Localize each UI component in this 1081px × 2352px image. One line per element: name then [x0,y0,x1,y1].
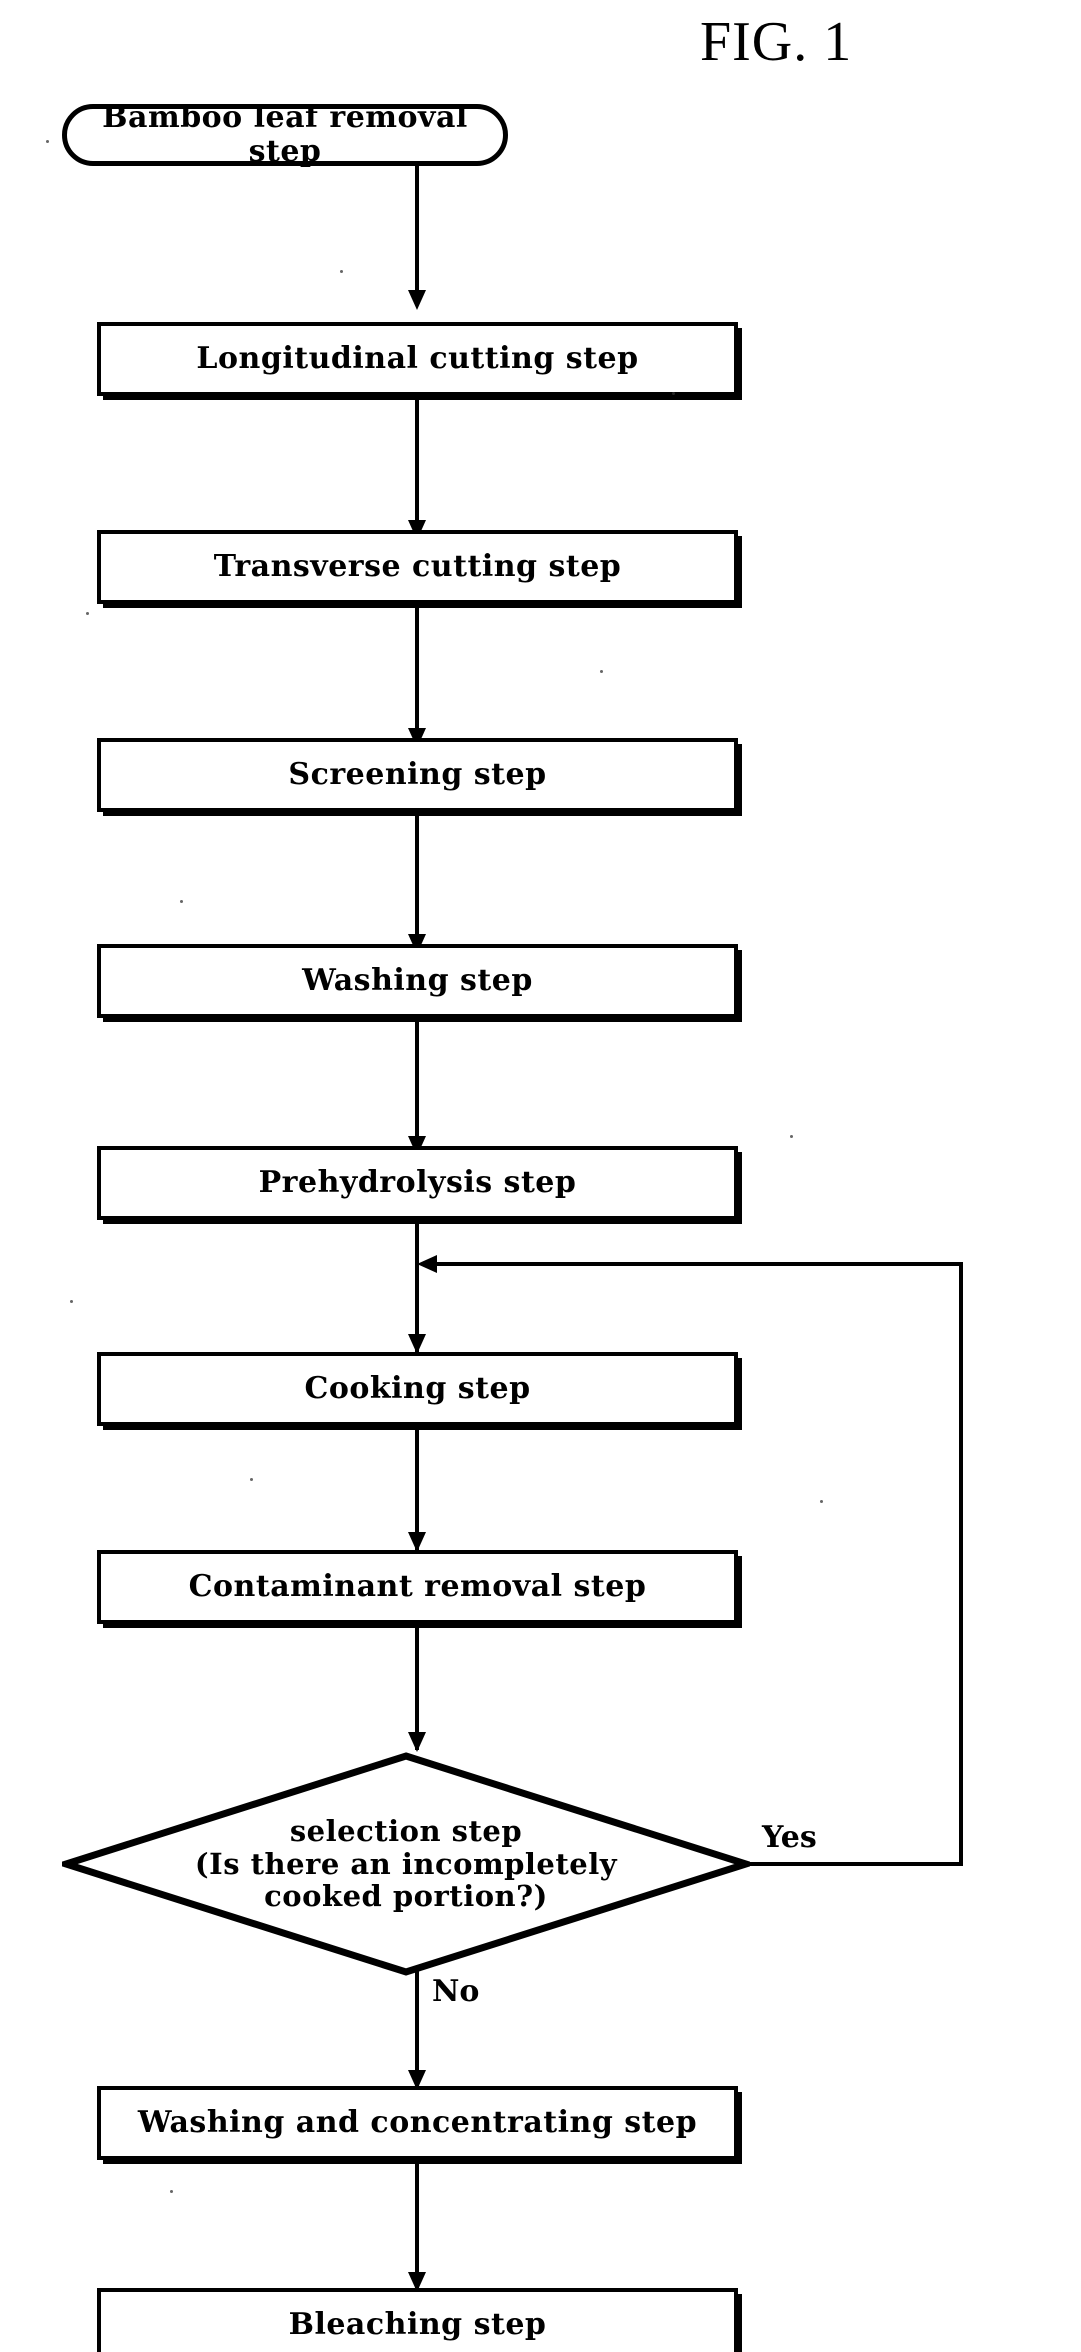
scan-speck [86,612,89,615]
connector-n4-n5 [415,812,419,946]
flow-node-washing-concentrating[interactable]: Washing and concentrating step [97,2086,738,2160]
scan-speck [790,1135,793,1138]
connector-n5-n6 [415,1018,419,1150]
flow-node-longitudinal-cutting[interactable]: Longitudinal cutting step [97,322,738,396]
branch-label-no: No [432,1974,480,2009]
flow-node-label: selection step (Is there an incompletely… [194,1814,618,1914]
flow-node-label: Washing step [302,963,533,999]
arrowhead-n7-n8-icon [408,1532,426,1552]
flow-node-label: Washing and concentrating step [137,2105,698,2141]
flow-node-label: Bamboo leaf removal step [102,100,468,169]
flow-node-washing[interactable]: Washing step [97,944,738,1018]
flow-node-label: Cooking step [304,1371,531,1407]
flow-node-label: Bleaching step [288,2307,547,2343]
scan-speck [46,140,49,143]
connector-yes-horizontal [748,1862,963,1866]
scan-speck [70,1300,73,1303]
connector-yes-vertical [959,1262,963,1866]
scan-speck [820,1500,823,1503]
flow-node-transverse-cutting[interactable]: Transverse cutting step [97,530,738,604]
flow-node-label: Contaminant removal step [188,1569,647,1605]
flow-node-label: Longitudinal cutting step [196,341,639,377]
flow-node-contaminant-removal[interactable]: Contaminant removal step [97,1550,738,1624]
branch-label-yes: Yes [762,1820,817,1855]
figure-canvas: FIG. 1 Bamboo leaf removal step Longitud… [0,0,1081,2352]
arrowhead-n8-n9-icon [408,1732,426,1752]
arrowhead-yes-return-icon [417,1255,437,1273]
scan-speck [672,392,675,395]
flow-node-bamboo-leaf-removal[interactable]: Bamboo leaf removal step [62,100,508,169]
flow-node-prehydrolysis[interactable]: Prehydrolysis step [97,1146,738,1220]
scan-speck [180,900,183,903]
scan-speck [600,670,603,673]
flow-node-bleaching[interactable]: Bleaching step [97,2288,738,2352]
flow-node-label: Prehydrolysis step [258,1165,577,1201]
scan-speck [170,2190,173,2193]
flow-node-selection-decision[interactable]: selection step (Is there an incompletely… [62,1752,750,1976]
flow-node-label: Screening step [288,757,547,793]
connector-yes-return [425,1262,963,1266]
connector-n3-n4 [415,604,419,740]
connector-n1-n2 [415,166,419,302]
figure-title: FIG. 1 [700,11,853,73]
flow-node-cooking[interactable]: Cooking step [97,1352,738,1426]
flow-node-screening[interactable]: Screening step [97,738,738,812]
connector-n10-n11 [415,2160,419,2290]
connector-n2-n3 [415,396,419,534]
scan-speck [340,270,343,273]
flow-node-label: Transverse cutting step [213,549,622,585]
arrowhead-n1-n2-icon [408,290,426,310]
scan-speck [250,1478,253,1481]
arrowhead-n6-n7-icon [408,1334,426,1354]
